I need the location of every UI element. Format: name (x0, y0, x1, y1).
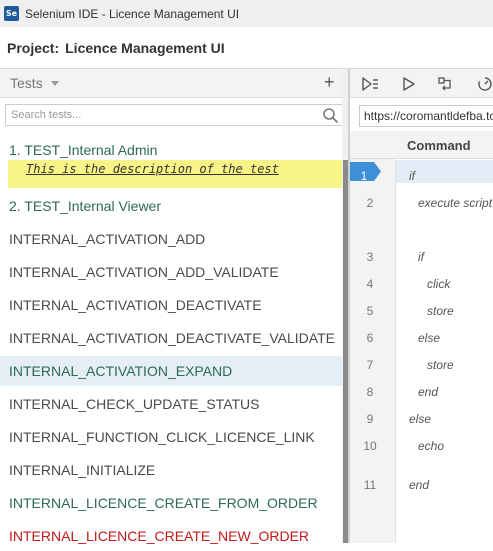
project-bar: Project: Licence Management UI (0, 27, 493, 69)
command-cell[interactable]: store (427, 358, 454, 372)
test-item[interactable]: INTERNAL_LICENCE_CREATE_NEW_ORDER (0, 521, 342, 551)
line-number: 7 (366, 358, 374, 372)
tests-header: Tests + (0, 69, 348, 98)
command-cell[interactable]: store (427, 304, 454, 318)
run-icon[interactable] (400, 75, 418, 93)
test-item[interactable]: INTERNAL_LICENCE_CREATE_FROM_ORDER (0, 488, 342, 518)
line-number: 2 (366, 196, 374, 210)
command-column-header: Command (350, 131, 493, 159)
project-name[interactable]: Licence Management UI (65, 40, 225, 56)
tests-panel: Tests + This is the description of the t… (0, 69, 348, 544)
test-item[interactable]: 2. TEST_Internal Viewer (0, 191, 342, 221)
test-item[interactable]: INTERNAL_ACTIVATION_DEACTIVATE_VALIDATE (0, 323, 342, 353)
command-cell[interactable]: echo (418, 439, 444, 453)
run-all-icon[interactable] (361, 75, 379, 93)
line-number: 5 (366, 304, 374, 318)
line-number: 1 (360, 169, 368, 183)
line-number: 8 (366, 385, 374, 399)
add-test-button[interactable]: + (324, 72, 335, 92)
command-cell[interactable]: else (418, 331, 440, 345)
test-item[interactable]: INTERNAL_FUNCTION_CLICK_LICENCE_LINK (0, 422, 342, 452)
test-item[interactable]: INTERNAL_ACTIVATION_ADD (0, 224, 342, 254)
command-cell[interactable]: end (409, 478, 429, 492)
command-cell[interactable]: if (418, 250, 424, 264)
line-number: 11 (363, 478, 377, 492)
line-number: 10 (363, 439, 377, 453)
step-icon[interactable] (437, 75, 455, 93)
test-item[interactable]: INTERNAL_ACTIVATION_ADD_VALIDATE (0, 257, 342, 287)
project-label: Project: (7, 39, 60, 56)
window-title: Selenium IDE - Licence Management UI (25, 6, 240, 21)
caret-down-icon[interactable] (51, 81, 59, 86)
line-number: 3 (366, 250, 374, 264)
test-item[interactable]: INTERNAL_INITIALIZE (0, 455, 342, 485)
command-cell[interactable]: execute script (418, 196, 492, 210)
command-cell[interactable]: else (409, 412, 431, 426)
speed-icon[interactable] (476, 75, 493, 93)
command-cell[interactable]: click (427, 277, 450, 291)
command-cell[interactable]: end (418, 385, 438, 399)
editor-toolbar (350, 69, 493, 98)
tests-dropdown[interactable]: Tests (10, 75, 43, 91)
test-item[interactable]: INTERNAL_ACTIVATION_EXPAND (0, 356, 342, 386)
search-input[interactable] (6, 105, 318, 125)
selenium-logo-icon: Se (4, 6, 19, 21)
command-header-label: Command (407, 138, 471, 153)
line-number: 6 (366, 331, 374, 345)
search-icon[interactable] (322, 107, 339, 124)
test-item[interactable]: INTERNAL_CHECK_UPDATE_STATUS (0, 389, 342, 419)
search-box (5, 104, 343, 126)
test-item[interactable]: INTERNAL_ACTIVATION_DEACTIVATE (0, 290, 342, 320)
command-cell[interactable]: if (409, 169, 415, 183)
base-url-input[interactable]: https://coromantldefba.to (359, 105, 493, 127)
test-editor: https://coromantldefba.to Command 1 if 2 ex… (350, 69, 493, 543)
title-bar: Se Selenium IDE - Licence Management UI (0, 0, 493, 27)
line-number: 9 (366, 412, 374, 426)
line-number: 4 (366, 277, 374, 291)
test-item[interactable]: 1. TEST_Internal Admin (0, 135, 342, 165)
